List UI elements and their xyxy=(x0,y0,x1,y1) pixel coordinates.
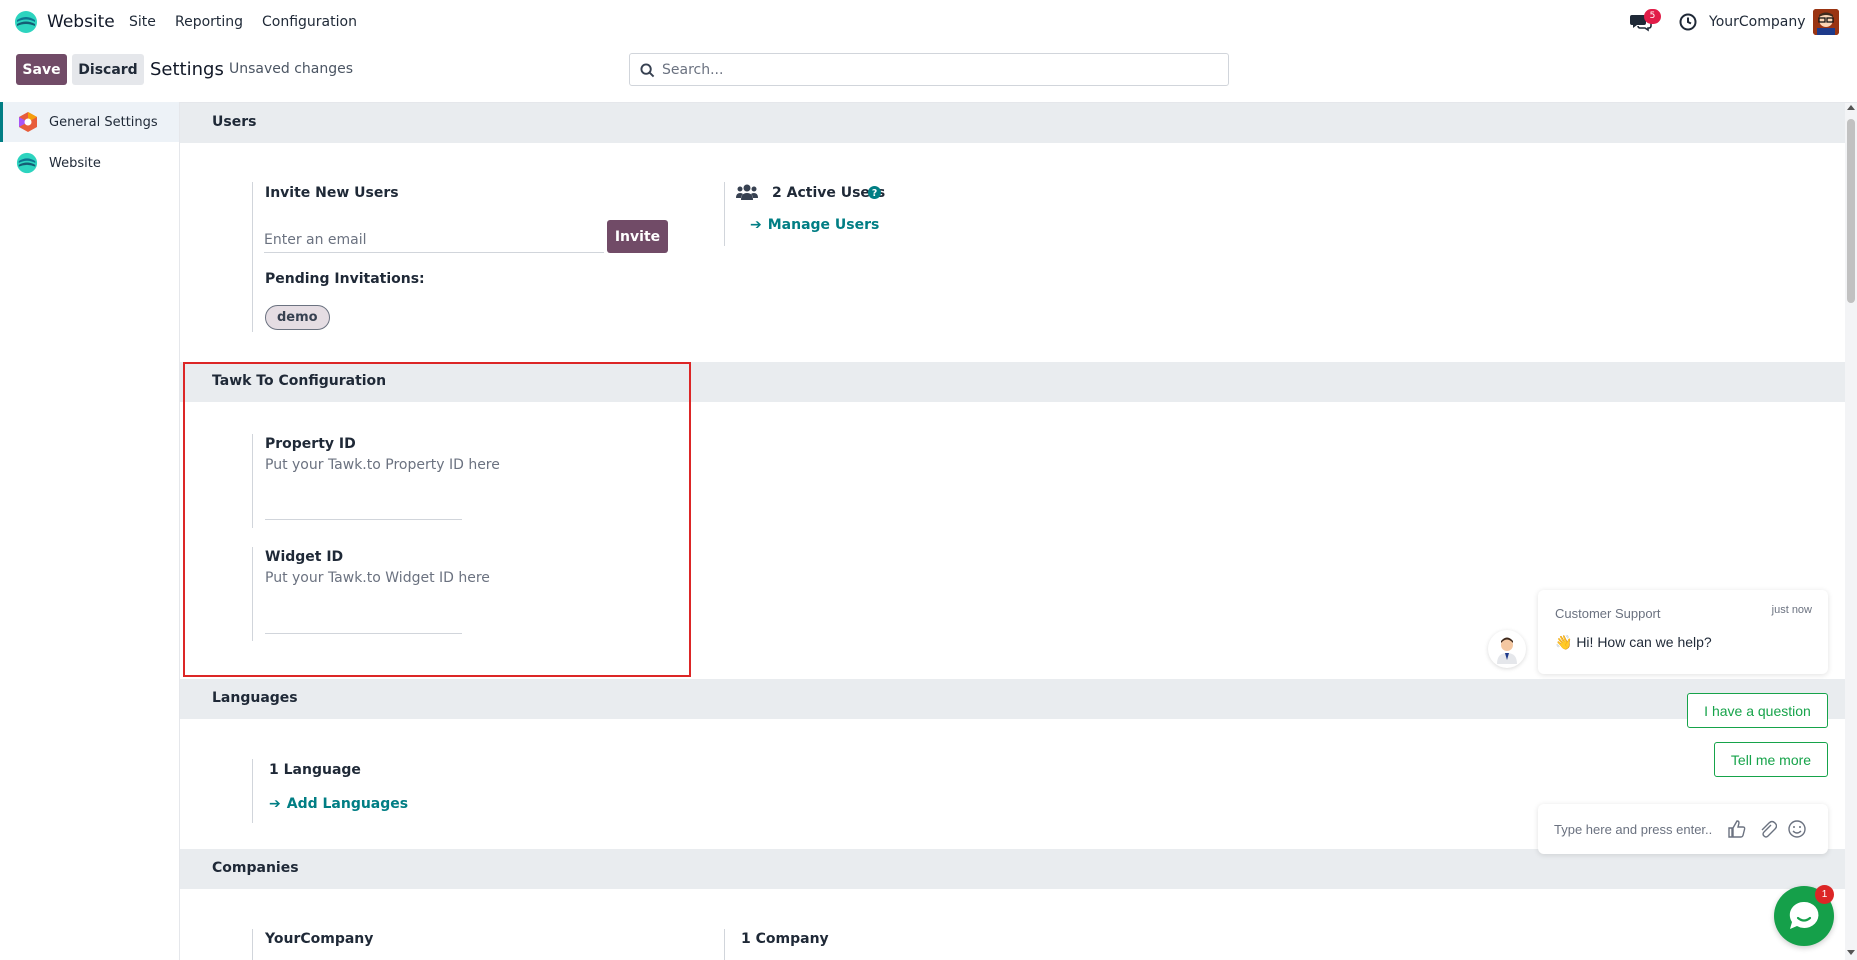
section-header-languages: Languages xyxy=(180,679,1845,719)
manage-users-label: Manage Users xyxy=(767,217,880,233)
add-languages-link[interactable]: ➔ Add Languages xyxy=(269,796,408,812)
divider xyxy=(252,759,253,823)
chat-message-card: Customer Support just now 👋 Hi! How can … xyxy=(1538,590,1828,674)
quick-reply-question[interactable]: I have a question xyxy=(1687,693,1828,728)
languages-count: 1 Language xyxy=(269,762,361,778)
attachment-icon[interactable] xyxy=(1757,819,1777,839)
menu-reporting[interactable]: Reporting xyxy=(175,14,243,30)
invite-label: Invite New Users xyxy=(265,185,399,201)
search-bar[interactable] xyxy=(629,53,1229,86)
users-icon xyxy=(736,184,758,200)
sidebar-item-label: Website xyxy=(49,155,101,171)
section-header-companies: Companies xyxy=(180,849,1845,889)
menu-configuration[interactable]: Configuration xyxy=(262,14,357,30)
invite-email-input[interactable] xyxy=(264,227,604,253)
website-icon xyxy=(16,152,38,174)
scroll-up-icon[interactable] xyxy=(1847,105,1855,110)
company-switcher[interactable]: YourCompany xyxy=(1709,14,1806,30)
app-name[interactable]: Website xyxy=(47,12,115,32)
emoji-icon[interactable] xyxy=(1787,819,1807,839)
arrow-right-icon: ➔ xyxy=(750,217,762,233)
chat-unread-badge: 1 xyxy=(1815,885,1834,904)
chat-sender: Customer Support xyxy=(1555,606,1661,621)
chat-composer xyxy=(1538,804,1828,854)
company-name: YourCompany xyxy=(265,931,374,947)
invite-button[interactable]: Invite xyxy=(607,220,668,253)
website-app-logo-icon[interactable] xyxy=(14,10,38,34)
help-icon[interactable]: ? xyxy=(868,186,881,199)
unsaved-changes-indicator: Unsaved changes xyxy=(229,61,354,77)
section-title: Companies xyxy=(212,860,299,876)
arrow-right-icon: ➔ xyxy=(269,796,281,812)
divider xyxy=(252,182,253,332)
divider xyxy=(724,182,725,246)
add-languages-label: Add Languages xyxy=(286,796,409,812)
chat-input[interactable] xyxy=(1554,816,1734,842)
sidebar-item-general-settings[interactable]: General Settings xyxy=(0,102,179,142)
sidebar-item-website[interactable]: Website xyxy=(0,143,179,183)
sidebar-item-label: General Settings xyxy=(49,114,158,130)
activity-clock-icon[interactable] xyxy=(1678,12,1698,32)
section-title: Languages xyxy=(212,690,298,706)
divider xyxy=(724,929,725,960)
page-title: Settings xyxy=(150,59,224,80)
pending-invitations-label: Pending Invitations: xyxy=(265,271,425,287)
scrollbar[interactable] xyxy=(1845,103,1857,960)
highlight-box xyxy=(183,362,691,677)
scroll-thumb[interactable] xyxy=(1847,119,1855,303)
top-navbar: Website Site Reporting Configuration 5 Y… xyxy=(0,0,1857,45)
search-icon xyxy=(640,63,655,78)
menu-site[interactable]: Site xyxy=(129,14,156,30)
discard-button[interactable]: Discard xyxy=(72,54,144,85)
companies-count: 1 Company xyxy=(741,931,829,947)
save-button[interactable]: Save xyxy=(16,54,67,85)
scroll-down-icon[interactable] xyxy=(1847,950,1855,955)
agent-avatar xyxy=(1488,630,1526,668)
quick-reply-tell-me-more[interactable]: Tell me more xyxy=(1714,742,1828,777)
svg-text:?: ? xyxy=(872,188,877,199)
chat-message: 👋 Hi! How can we help? xyxy=(1555,634,1712,650)
divider xyxy=(252,929,253,960)
chat-timestamp: just now xyxy=(1771,604,1812,616)
thumbs-up-icon[interactable] xyxy=(1727,819,1747,839)
settings-sidebar: General Settings Website xyxy=(0,102,180,960)
user-avatar[interactable] xyxy=(1813,9,1839,35)
section-header-users: Users xyxy=(180,103,1845,143)
messages-count-badge: 5 xyxy=(1644,9,1661,24)
pending-invitation-tag[interactable]: demo xyxy=(265,305,330,330)
search-input[interactable] xyxy=(662,54,1222,85)
manage-users-link[interactable]: ➔ Manage Users xyxy=(750,217,879,233)
section-title: Users xyxy=(212,114,257,130)
general-settings-icon xyxy=(19,112,37,132)
